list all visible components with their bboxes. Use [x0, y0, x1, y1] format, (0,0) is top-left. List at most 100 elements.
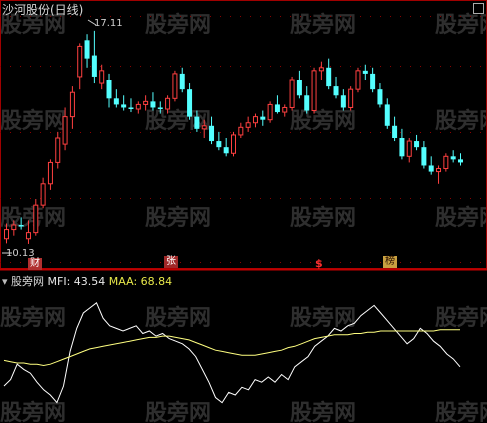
candle [216, 131, 222, 151]
candle [223, 138, 229, 157]
candle [326, 58, 332, 90]
watermark-text: 股旁网 [290, 400, 356, 423]
candle [84, 34, 90, 68]
limit-up-badge[interactable]: 张 [164, 256, 178, 268]
finance-badge[interactable]: 财 [28, 258, 42, 270]
maa-line [3, 329, 460, 367]
window-toggle-icon[interactable] [473, 3, 484, 14]
candle-body [282, 106, 288, 113]
watermark-text: 股旁网 [290, 205, 356, 231]
indicator-source-label[interactable]: 股旁网 [11, 275, 44, 288]
candle [443, 153, 449, 172]
leaderboard-badge[interactable]: 榜 [383, 256, 397, 268]
candle-body [62, 116, 68, 145]
candle-body [274, 104, 280, 113]
candle [399, 128, 405, 160]
candle-body [245, 122, 251, 128]
candle-body [84, 40, 90, 59]
candle [231, 131, 236, 157]
watermark-text: 股旁网 [145, 305, 211, 331]
candle-body [333, 86, 339, 96]
candle [377, 83, 383, 108]
candle [135, 101, 141, 114]
candle-body [392, 125, 398, 138]
candle [289, 76, 295, 111]
candle-body [260, 116, 266, 120]
candle [91, 30, 97, 84]
candle-body [4, 229, 9, 240]
candle-body [77, 45, 83, 78]
candle [121, 95, 127, 111]
candle-body [113, 98, 119, 105]
candle [40, 177, 46, 209]
candle [267, 101, 273, 123]
candle [450, 150, 456, 163]
candle-body [231, 134, 236, 154]
candle [77, 43, 83, 90]
candle-body [289, 79, 295, 108]
candle-body [370, 73, 376, 90]
indicator-header: ▾ 股旁网 MFI: 43.54 MAA: 68.84 [2, 273, 172, 289]
candle-body [450, 156, 456, 160]
watermark-text: 股旁网 [290, 12, 356, 38]
candle-body [33, 204, 39, 234]
candle-body [47, 161, 53, 185]
watermark-text: 股旁网 [435, 205, 487, 231]
watermark-text: 股旁网 [145, 12, 211, 38]
candle-body [157, 107, 163, 109]
candle-body [165, 97, 171, 110]
high-price-label: 17.11 [94, 18, 123, 29]
candle [106, 73, 112, 108]
candle-body [143, 100, 149, 105]
candle-body [267, 103, 273, 121]
candle-body [238, 126, 244, 136]
chart-canvas: 股旁网股旁网股旁网股旁网股旁网股旁网股旁网股旁网股旁网股旁网股旁网股旁网股旁网股… [0, 0, 487, 423]
candle-body [458, 159, 463, 163]
candle [238, 122, 244, 138]
candle-body [252, 116, 258, 124]
candle [318, 61, 324, 80]
candle-body [11, 224, 17, 231]
candle [436, 165, 442, 184]
candle [245, 116, 251, 132]
candle [274, 95, 280, 114]
candle-body [135, 103, 141, 110]
candle [296, 70, 302, 99]
candle-body [40, 183, 46, 206]
candle [311, 67, 317, 114]
candle [421, 141, 427, 169]
candle [282, 104, 288, 117]
candle-body [187, 89, 193, 117]
chart-title: 沙河股份(日线) [2, 3, 84, 17]
dollar-badge[interactable]: $ [315, 257, 323, 270]
candle-body [223, 147, 229, 154]
candle [458, 153, 463, 166]
watermark-text: 股旁网 [0, 400, 66, 423]
candle-body [128, 107, 134, 109]
candle-body [106, 80, 112, 99]
mfi-line [3, 302, 461, 404]
candle [362, 64, 368, 80]
watermark-text: 股旁网 [435, 12, 487, 38]
watermark-text: 股旁网 [145, 400, 211, 423]
watermark-text: 股旁网 [0, 305, 66, 331]
watermark-text: 股旁网 [435, 400, 487, 423]
candle-body [399, 138, 405, 157]
candlestick-series [4, 30, 463, 244]
candle [99, 64, 105, 90]
watermark-text: 股旁网 [290, 108, 356, 134]
price-panel-frame [0, 0, 487, 269]
candle-body [421, 147, 427, 166]
candle-body [172, 73, 178, 99]
candle [340, 89, 346, 111]
watermark-text: 股旁网 [145, 108, 211, 134]
candle-body [194, 116, 200, 129]
candle [370, 67, 376, 93]
candle [113, 89, 119, 108]
candle-body [69, 91, 75, 118]
candle-body [99, 70, 105, 84]
candle [333, 76, 339, 99]
indicator-menu-icon[interactable]: ▾ [2, 275, 8, 288]
candle-body [318, 67, 324, 72]
candle-body [428, 165, 434, 172]
